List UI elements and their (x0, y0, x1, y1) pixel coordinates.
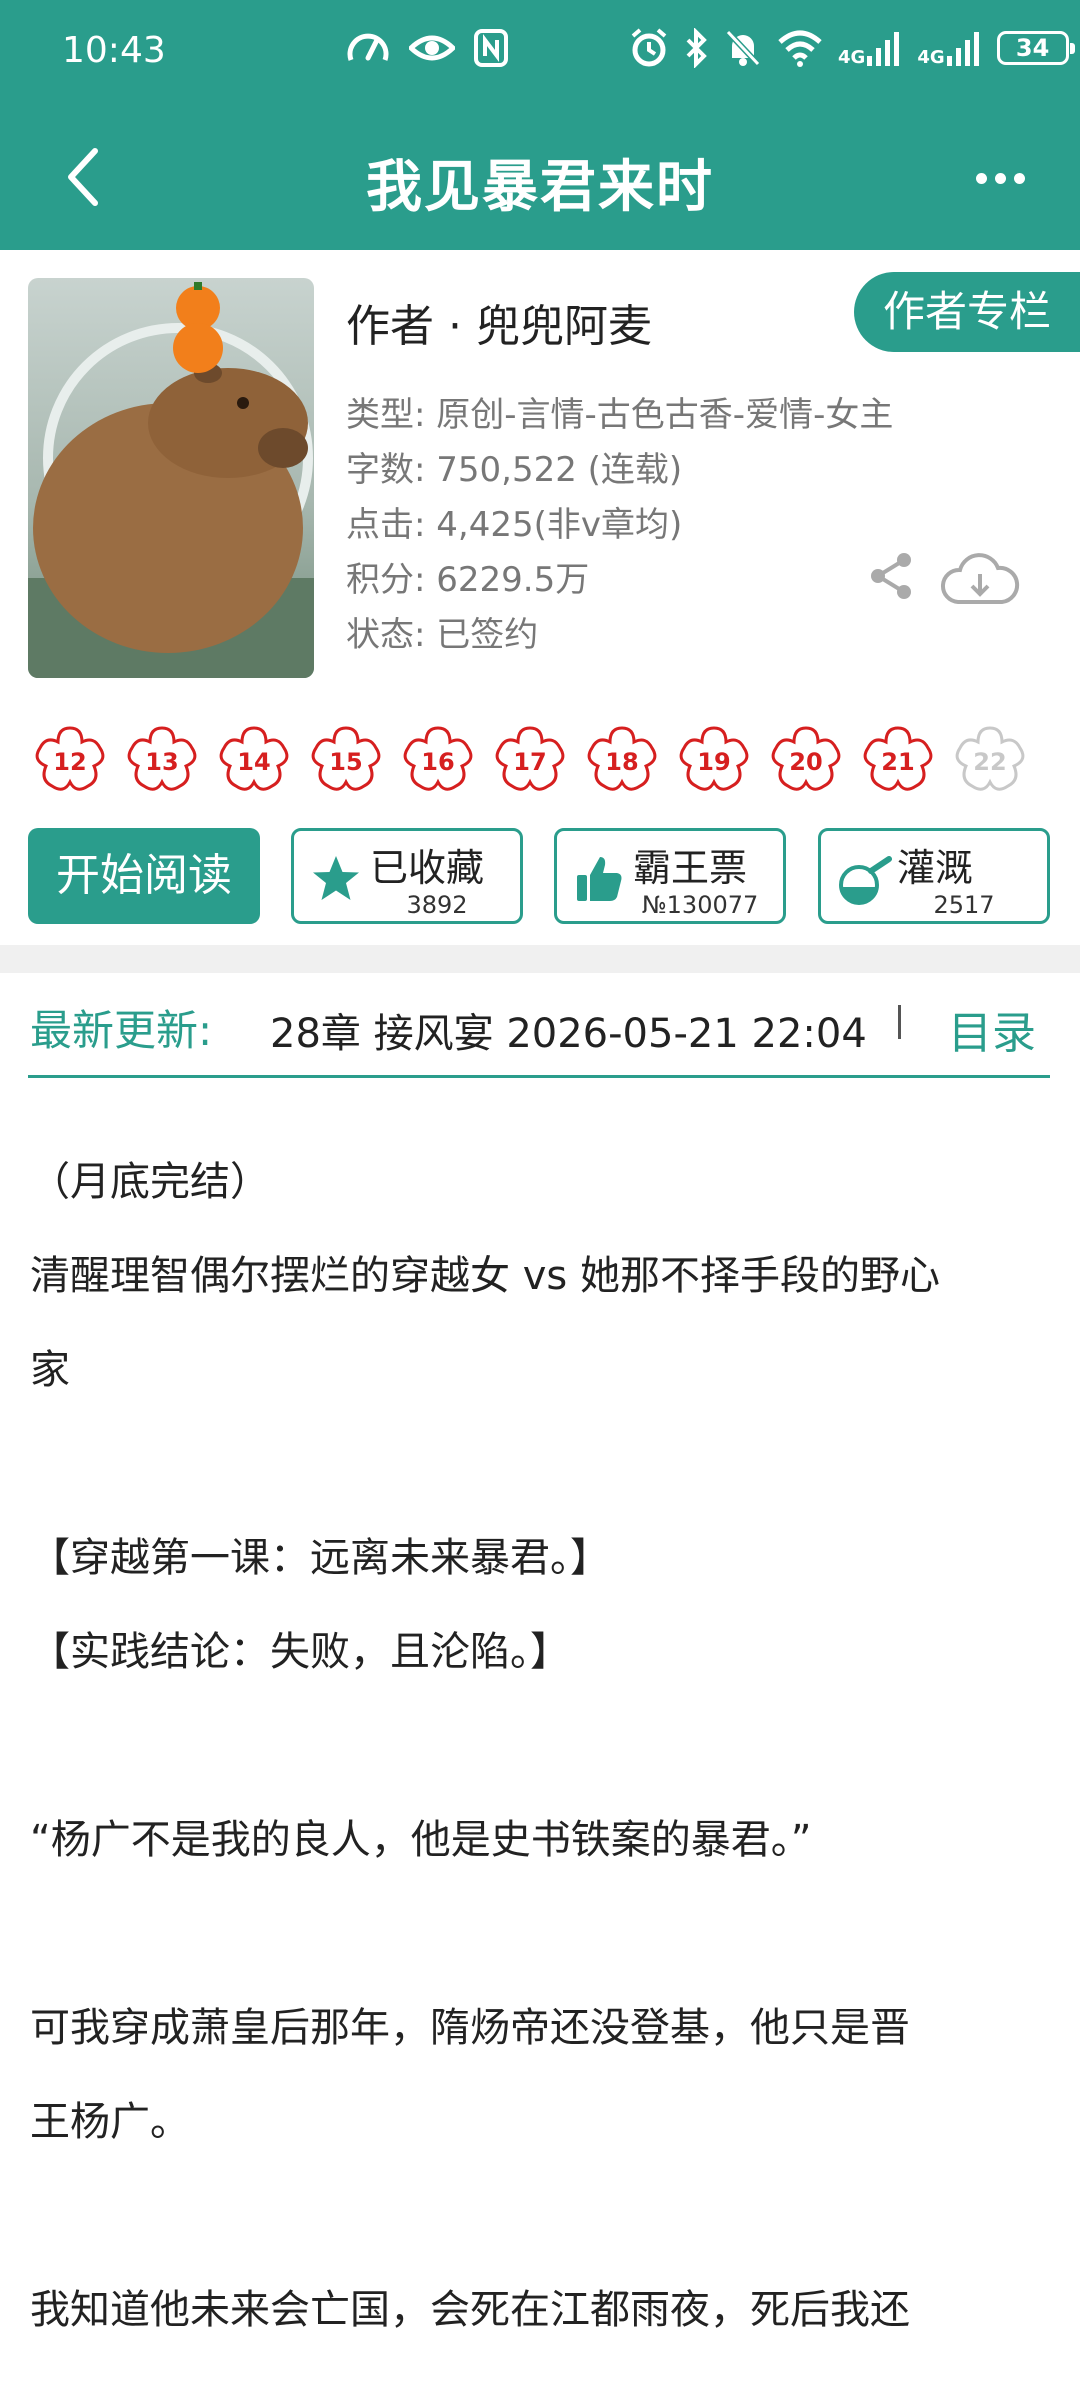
intro-line (30, 1887, 1060, 1981)
app-header: 10:43 4G 4G 34 我见暴君来时 (0, 0, 1080, 250)
signal-1: 4G (838, 30, 901, 67)
more-button[interactable] (960, 150, 1040, 206)
ticket-badge[interactable]: 19 (674, 722, 754, 802)
latest-chapter-link[interactable]: 28章 接风宴 2026-05-21 22:04 (270, 1001, 888, 1059)
intro-line: （月底完结） (30, 1159, 270, 1205)
ticket-badge[interactable]: 21 (858, 722, 938, 802)
favorite-count: 3892 (406, 891, 468, 919)
intro-line (30, 1699, 1060, 1793)
share-icon (871, 553, 911, 599)
author-column-button[interactable]: 作者专栏 (854, 272, 1080, 352)
intro-line: 【穿越第一课：远离未来暴君。】 (30, 1535, 610, 1581)
capybara-cover-image (28, 282, 314, 678)
latest-update-bar: 最新更新: 28章 接风宴 2026-05-21 22:04 目录 (0, 973, 1080, 1083)
alarm-icon (631, 28, 667, 67)
ticket-badge[interactable]: 12 (30, 722, 110, 802)
mute-bell-icon (725, 29, 761, 67)
intro-line (30, 2169, 1060, 2263)
update-divider (898, 1005, 901, 1039)
eye-icon (409, 35, 455, 61)
vote-label: 霸王票 (633, 846, 748, 890)
signal-bars-icon (867, 32, 900, 66)
ticket-badge[interactable]: 13 (122, 722, 202, 802)
meta-clicks: 点击: 4,425(非v章均) (346, 505, 683, 545)
status-left-icons (345, 28, 509, 68)
book-info-card: 作者 · 兜兜阿麦 类型: 原创-言情-古色古香-爱情-女主 字数: 750,5… (0, 250, 1080, 945)
status-time: 10:43 (62, 30, 166, 71)
ticket-badge[interactable]: 17 (490, 722, 570, 802)
signal-2: 4G (917, 30, 980, 67)
title-bar: 我见暴君来时 (0, 120, 1080, 230)
book-cover[interactable] (28, 278, 314, 678)
ticket-badge[interactable]: 22 (950, 722, 1030, 802)
latest-update-label: 最新更新: (30, 1006, 213, 1055)
update-underline (28, 1075, 1050, 1078)
meta-genre: 类型: 原创-言情-古色古香-爱情-女主 (346, 395, 894, 435)
table-of-contents-button[interactable]: 目录 (948, 997, 1036, 1061)
favorite-label: 已收藏 (370, 846, 485, 890)
ticket-badge[interactable]: 20 (766, 722, 846, 802)
intro-line: “杨广不是我的良人，他是史书铁案的暴君。” (30, 1817, 812, 1863)
intro-line: 可我穿成萧皇后那年，隋炀帝还没登基，他只是晋 (30, 2005, 910, 2051)
battery-indicator: 34 (996, 31, 1075, 65)
water-button[interactable]: 灌溉 2517 (818, 828, 1050, 924)
status-right-icons: 4G 4G 34 (630, 28, 1075, 68)
intro-line: 清醒理智偶尔摆烂的穿越女 vs 她那不择手段的野心 (30, 1253, 940, 1299)
intro-line: 【实践结论：失败，且沦陷。】 (30, 1629, 570, 1675)
meta-lines: 类型: 原创-言情-古色古香-爱情-女主 字数: 750,522 (连载) 点击… (346, 388, 1046, 663)
download-button[interactable] (940, 550, 1020, 614)
more-dot (994, 172, 1006, 184)
intro-line: 我知道他未来会亡国，会死在江都雨夜，死后我还 (30, 2287, 910, 2333)
cloud-download-icon (941, 553, 1020, 604)
ticket-badge[interactable]: 15 (306, 722, 386, 802)
intro-line (30, 1417, 1060, 1511)
more-dot (1013, 172, 1025, 184)
action-row: 开始阅读 已收藏 3892 霸王票 №130077 灌溉 2517 (28, 828, 1052, 924)
share-button[interactable] (866, 550, 918, 606)
signal-bars-icon (946, 32, 979, 66)
vote-button[interactable]: 霸王票 №130077 (554, 828, 786, 924)
more-dot (975, 172, 987, 184)
water-count: 2517 (933, 891, 995, 919)
intro-line: 得轮流给六个男人当老婆。 (30, 2357, 1060, 2382)
status-bar: 10:43 4G 4G 34 (0, 0, 1080, 100)
water-label: 灌溉 (897, 846, 974, 890)
page-title: 我见暴君来时 (366, 155, 714, 220)
start-reading-button[interactable]: 开始阅读 (28, 828, 260, 924)
book-introduction: （月底完结） 清醒理智偶尔摆烂的穿越女 vs 她那不择手段的野心 家 【穿越第一… (30, 1135, 1060, 2382)
nfc-icon (474, 29, 508, 67)
intro-line: 王杨广。 (30, 2099, 190, 2145)
favorite-button[interactable]: 已收藏 3892 (291, 828, 523, 924)
speed-meter-icon (347, 33, 389, 61)
section-divider (0, 945, 1080, 973)
intro-line: 家 (30, 1347, 70, 1393)
ticket-badge[interactable]: 14 (214, 722, 294, 802)
bluetooth-icon (686, 28, 707, 68)
ticket-badge[interactable]: 16 (398, 722, 478, 802)
vote-count: №130077 (641, 891, 759, 919)
ticket-row: 12 13 14 15 16 17 18 19 20 21 22 (30, 722, 1030, 802)
ticket-badge[interactable]: 18 (582, 722, 662, 802)
meta-word-count: 字数: 750,522 (连载) (346, 450, 683, 490)
meta-status: 状态: 已签约 (346, 615, 539, 655)
wifi-icon (778, 30, 822, 67)
